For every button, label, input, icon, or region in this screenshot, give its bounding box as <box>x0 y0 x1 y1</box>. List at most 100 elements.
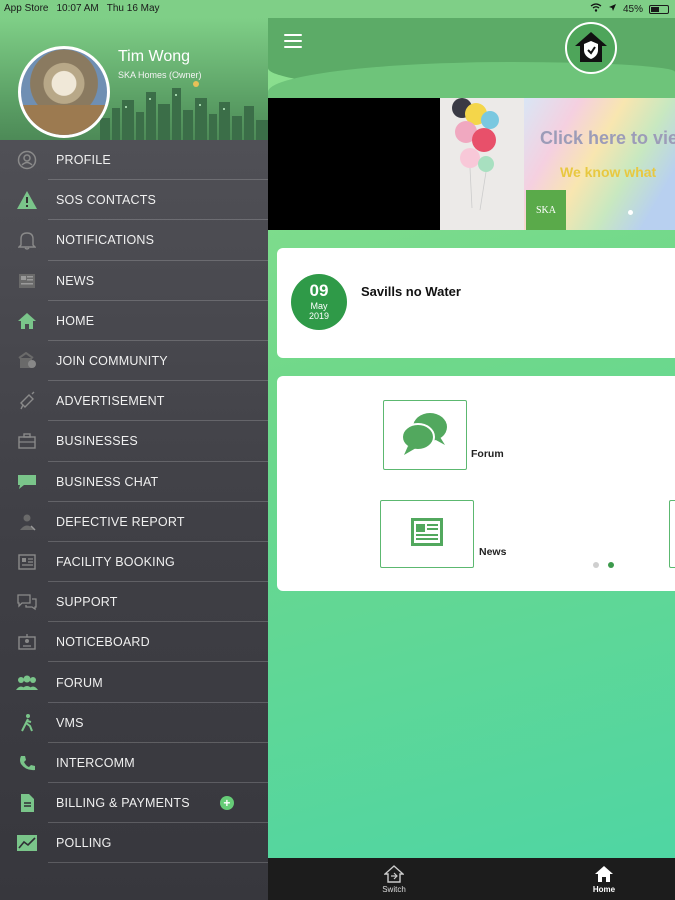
expand-billing-button[interactable]: + <box>220 796 234 811</box>
balloons-image <box>440 98 524 230</box>
community-icon <box>14 350 40 372</box>
menu-item-intercomm[interactable]: INTERCOMM <box>0 743 268 784</box>
drawer-header: Tim Wong SKA Homes (Owner) <box>0 18 268 140</box>
megaphone-icon <box>14 390 40 412</box>
drawer-menu: PROFILE SOS CONTACTS NOTIFICATIONS NEWS … <box>0 140 268 864</box>
banner-page-dot <box>628 210 633 215</box>
news-card[interactable]: 09 May 2019 Savills no Water <box>277 248 675 358</box>
menu-label-profile: PROFILE <box>56 153 111 168</box>
page-dot-2[interactable] <box>608 562 614 568</box>
partial-tile[interactable] <box>669 500 675 568</box>
booking-icon <box>14 551 40 573</box>
menu-label-vms: VMS <box>56 715 84 730</box>
menu-item-sos-contacts[interactable]: SOS CONTACTS <box>0 180 268 221</box>
status-time: 10:07 AM <box>56 3 99 14</box>
menu-item-noticeboard[interactable]: NOTICEBOARD <box>0 622 268 663</box>
menu-item-news[interactable]: NEWS <box>0 261 268 301</box>
menu-item-profile[interactable]: PROFILE <box>0 140 268 181</box>
home-tab-icon <box>595 865 613 882</box>
menu-label-news: NEWS <box>56 273 95 288</box>
city-skyline-icon <box>100 81 268 140</box>
battery-icon <box>649 4 669 14</box>
newspaper-icon <box>409 516 445 553</box>
tab-home[interactable]: Home <box>574 858 634 900</box>
tab-bar: Switch Home <box>268 858 675 900</box>
menu-item-facility-booking[interactable]: FACILITY BOOKING <box>0 542 268 583</box>
features-card: Forum News <box>277 376 675 591</box>
menu-item-join-community[interactable]: JOIN COMMUNITY <box>0 341 268 382</box>
avatar[interactable] <box>18 46 110 138</box>
tab-switch[interactable]: Switch <box>364 858 424 900</box>
menu-item-defective-report[interactable]: DEFECTIVE REPORT <box>0 502 268 543</box>
profile-icon <box>14 149 40 171</box>
menu-icon[interactable] <box>284 34 302 48</box>
switch-icon <box>384 864 404 883</box>
news-label: News <box>479 546 507 558</box>
navigation-drawer: Tim Wong SKA Homes (Owner) PROFILE SOS C… <box>0 18 268 900</box>
chat-bubbles-icon <box>400 409 450 462</box>
menu-item-forum[interactable]: FORUM <box>0 662 268 703</box>
news-tile[interactable] <box>380 500 474 568</box>
menu-label-notifications: NOTIFICATIONS <box>56 233 155 248</box>
status-date: Thu 16 May <box>106 3 160 14</box>
noticeboard-icon <box>14 631 40 653</box>
menu-item-notifications[interactable]: NOTIFICATIONS <box>0 220 268 261</box>
support-icon <box>14 591 40 613</box>
battery-percent: 45% <box>622 3 643 15</box>
news-icon <box>14 270 40 292</box>
home-icon <box>14 310 40 332</box>
report-icon <box>14 511 40 533</box>
banner-badge: SKA <box>526 190 566 230</box>
status-right: 45% <box>590 3 669 15</box>
phone-icon <box>14 752 40 774</box>
tab-home-label: Home <box>592 884 616 894</box>
forum-label: Forum <box>471 448 504 460</box>
date-month: May <box>310 301 328 311</box>
date-day: 09 <box>309 281 329 300</box>
user-subtitle: SKA Homes (Owner) <box>118 70 202 80</box>
promo-banner[interactable]: Click here to vie We know what SKA <box>268 98 675 230</box>
status-carrier: App Store <box>4 3 49 14</box>
menu-label-facility-booking: FACILITY BOOKING <box>56 554 175 569</box>
menu-label-polling: POLLING <box>56 836 112 851</box>
menu-item-business-chat[interactable]: BUSINESS CHAT <box>0 462 268 502</box>
menu-item-support[interactable]: SUPPORT <box>0 582 268 623</box>
chat-icon <box>14 471 40 493</box>
menu-label-advertisement: ADVERTISEMENT <box>56 394 165 409</box>
forum-tile[interactable] <box>383 400 467 470</box>
menu-label-forum: FORUM <box>56 675 103 690</box>
menu-label-defective-report: DEFECTIVE REPORT <box>56 514 185 529</box>
menu-item-home[interactable]: HOME <box>0 301 268 342</box>
main-content: Click here to vie We know what SKA 09 Ma… <box>268 18 675 858</box>
menu-label-home: HOME <box>56 313 95 328</box>
menu-item-businesses[interactable]: BUSINESSES <box>0 421 268 462</box>
app-logo-icon <box>565 22 617 74</box>
tab-switch-label: Switch <box>382 884 406 894</box>
menu-label-businesses: BUSINESSES <box>56 434 138 449</box>
news-title: Savills no Water <box>361 284 461 299</box>
menu-label-join-community: JOIN COMMUNITY <box>56 354 168 369</box>
menu-item-advertisement[interactable]: ADVERTISEMENT <box>0 381 268 422</box>
user-name: Tim Wong <box>118 48 191 65</box>
date-badge: 09 May 2019 <box>291 274 347 330</box>
forum-icon <box>14 672 40 694</box>
briefcase-icon <box>14 430 40 452</box>
menu-label-sos-contacts: SOS CONTACTS <box>56 193 157 208</box>
menu-label-business-chat: BUSINESS CHAT <box>56 474 159 489</box>
chart-icon <box>14 832 40 854</box>
date-year: 2019 <box>308 311 330 321</box>
bell-icon <box>14 229 40 251</box>
page-dot-1[interactable] <box>593 562 599 568</box>
menu-label-intercomm: INTERCOMM <box>56 755 135 770</box>
menu-label-support: SUPPORT <box>56 595 118 610</box>
status-left: App Store 10:07 AM Thu 16 May <box>4 3 160 14</box>
menu-item-polling[interactable]: POLLING <box>0 823 268 864</box>
banner-headline: Click here to vie <box>540 128 675 148</box>
warning-icon <box>14 189 40 211</box>
feature-pagination <box>593 562 614 568</box>
walker-icon <box>14 712 40 734</box>
menu-item-vms[interactable]: VMS <box>0 703 268 744</box>
wifi-icon <box>590 3 602 15</box>
document-icon <box>14 792 40 814</box>
menu-item-billing-payments[interactable]: BILLING & PAYMENTS + <box>0 783 268 824</box>
